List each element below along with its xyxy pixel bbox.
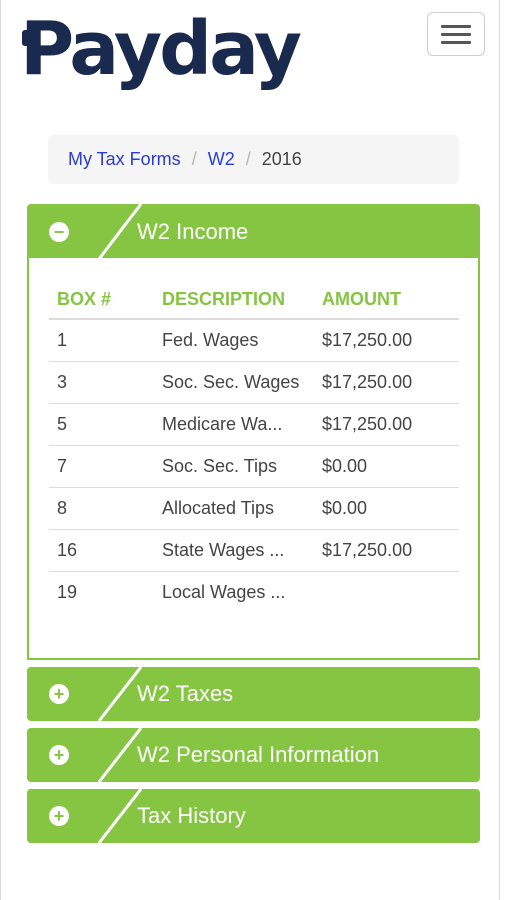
cell-description: Fed. Wages — [154, 319, 314, 362]
frame-border-left — [0, 0, 1, 900]
table-row: 8 Allocated Tips $0.00 — [49, 487, 459, 530]
cell-amount: $17,250.00 — [314, 319, 459, 362]
cell-description: Allocated Tips — [154, 487, 314, 530]
column-header-amount: AMOUNT — [314, 280, 459, 320]
table-header-row: BOX # DESCRIPTION AMOUNT — [49, 280, 459, 320]
minus-circle-icon: − — [49, 221, 69, 242]
cell-box: 1 — [49, 319, 154, 362]
cell-amount: $0.00 — [314, 445, 459, 488]
breadcrumb-separator: / — [191, 149, 197, 169]
plus-circle-icon: + — [49, 806, 69, 826]
svg-text:Payday: Payday — [20, 14, 301, 92]
panel-title-w2-personal-information: W2 Personal Information — [137, 742, 380, 767]
column-header-box: BOX # — [49, 280, 154, 320]
cell-amount — [314, 572, 459, 614]
cell-box: 8 — [49, 487, 154, 530]
panel-header-w2-personal-information[interactable]: + W2 Personal Information — [27, 728, 480, 782]
cell-amount: $17,250.00 — [314, 403, 459, 446]
cell-box: 7 — [49, 445, 154, 488]
cell-description: Soc. Sec. Wages — [154, 361, 314, 404]
w2-income-table: BOX # DESCRIPTION AMOUNT 1 Fed. Wages $1… — [49, 280, 459, 613]
plus-circle-icon: + — [49, 745, 69, 765]
cell-description: Medicare Wa... — [154, 403, 314, 446]
panel-title-tax-history: Tax History — [137, 803, 246, 828]
cell-box: 5 — [49, 403, 154, 446]
payday-logo[interactable]: Payday — [20, 6, 320, 103]
plus-circle-icon: + — [49, 684, 69, 704]
breadcrumb-current-2016: 2016 — [261, 149, 302, 169]
panel-header-tax-history[interactable]: + Tax History — [27, 789, 480, 843]
panel-header-w2-income[interactable]: − W2 Income — [27, 204, 480, 259]
panel-header-w2-taxes[interactable]: + W2 Taxes — [27, 667, 480, 721]
panel-title-w2-income: W2 Income — [137, 218, 249, 244]
column-header-description: DESCRIPTION — [154, 280, 314, 320]
hamburger-menu-icon-bar — [441, 32, 471, 36]
cell-box: 3 — [49, 361, 154, 404]
payday-logo-mark: Payday — [20, 6, 304, 92]
table-row: 1 Fed. Wages $17,250.00 — [49, 319, 459, 362]
cell-description: Local Wages ... — [162, 582, 286, 602]
breadcrumb: My Tax Forms / W2 / 2016 — [48, 135, 459, 184]
hamburger-menu-icon-bar — [441, 40, 471, 44]
breadcrumb-link-my-tax-forms[interactable]: My Tax Forms — [68, 149, 181, 170]
hamburger-menu-icon-bar — [441, 24, 471, 28]
cell-description: Soc. Sec. Tips — [154, 445, 314, 488]
cell-amount: $17,250.00 — [314, 361, 459, 404]
cell-description: State Wages ... — [154, 529, 314, 572]
cell-amount: $17,250.00 — [314, 529, 459, 572]
table-row: 16 State Wages ... $17,250.00 — [49, 529, 459, 572]
panel-body-w2-income: BOX # DESCRIPTION AMOUNT 1 Fed. Wages $1… — [27, 258, 480, 660]
frame-border-right — [499, 0, 500, 900]
table-row: 19 Local Wages ... — [49, 572, 459, 614]
table-row: 7 Soc. Sec. Tips $0.00 — [49, 445, 459, 488]
panel-title-w2-taxes: W2 Taxes — [137, 681, 234, 706]
breadcrumb-separator: / — [245, 149, 251, 169]
table-row: 5 Medicare Wa... $17,250.00 — [49, 403, 459, 446]
cell-amount: $0.00 — [314, 487, 459, 530]
breadcrumb-link-w2[interactable]: W2 — [208, 149, 235, 170]
cell-box: 16 — [49, 529, 154, 572]
hamburger-menu-button[interactable] — [427, 12, 485, 56]
table-row: 3 Soc. Sec. Wages $17,250.00 — [49, 361, 459, 404]
cell-box: 19 — [57, 582, 78, 602]
